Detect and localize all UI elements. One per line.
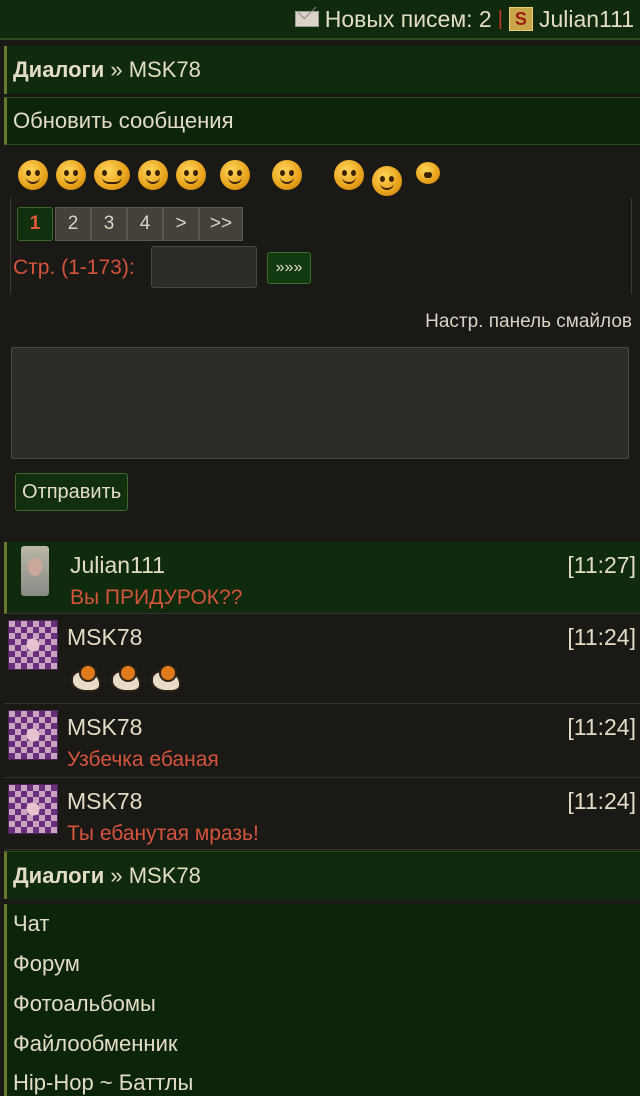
smiley-settings-link[interactable]: Настр. панель смайлов <box>425 311 632 333</box>
smiley-panel <box>18 156 440 196</box>
message-item: MSK78 [11:24] Узбечка ебаная <box>4 704 640 778</box>
message-text: Вы ПРИДУРОК?? <box>70 586 243 609</box>
message-item: MSK78 [11:24] <box>4 614 640 704</box>
message-text: Ты ебанутая мразь! <box>67 822 259 845</box>
page-1-current: 1 <box>17 207 53 241</box>
last-page-button[interactable]: >> <box>199 207 243 241</box>
wrestling-smiley-icon <box>67 658 103 694</box>
smiley-wink-icon[interactable] <box>220 160 250 190</box>
page-number-input[interactable] <box>151 246 257 288</box>
avatar[interactable] <box>21 546 49 596</box>
page-range-label: Стр. (1-173): <box>13 256 135 279</box>
message-text: Узбечка ебаная <box>67 748 219 771</box>
refresh-messages-label: Обновить сообщения <box>13 108 234 133</box>
footer-breadcrumb-dialogs-link[interactable]: Диалоги <box>13 863 104 889</box>
message-smileys <box>67 658 183 694</box>
envelope-icon[interactable] <box>294 11 319 27</box>
new-mail-link[interactable]: Новых писем: 2 <box>325 6 492 33</box>
menu-item-forum[interactable]: Форум <box>4 944 640 984</box>
wrestling-smiley-icon <box>147 658 183 694</box>
menu-item-hiphop-battles[interactable]: Hip-Hop ~ Баттлы <box>4 1064 640 1096</box>
message-author[interactable]: MSK78 <box>67 788 142 815</box>
footer-breadcrumb-current: MSK78 <box>128 862 201 888</box>
smiley-laugh-icon[interactable] <box>56 160 86 190</box>
page-4-button[interactable]: 4 <box>127 207 163 241</box>
footer-breadcrumb: Диалоги » MSK78 <box>4 851 640 899</box>
message-time: [11:24] <box>567 714 636 740</box>
message-time: [11:24] <box>567 624 636 650</box>
next-page-button[interactable]: > <box>163 207 199 241</box>
smiley-love-icon[interactable] <box>94 160 130 190</box>
pagination: 1 2 3 4 > >> <box>17 207 243 241</box>
wrestling-smiley-icon <box>107 658 143 694</box>
message-author[interactable]: Julian111 <box>70 552 165 579</box>
smiley-smirk-icon[interactable] <box>372 166 402 196</box>
message-author[interactable]: MSK78 <box>67 624 142 651</box>
username-link[interactable]: Julian111 <box>539 6 634 33</box>
smiley-peek-icon[interactable] <box>416 162 440 184</box>
smiley-grin-icon[interactable] <box>138 160 168 190</box>
avatar[interactable] <box>8 620 58 670</box>
smiley-shh-icon[interactable] <box>272 160 302 190</box>
message-item: Julian111 [11:27] Вы ПРИДУРОК?? <box>4 542 640 614</box>
top-bar: Новых писем: 2 | S Julian111 <box>0 0 640 40</box>
message-textarea[interactable] <box>11 347 629 459</box>
pagination-panel: 1 2 3 4 > >> Стр. (1-173): »»» <box>10 198 632 294</box>
menu-item-file-exchange[interactable]: Файлообменник <box>4 1024 640 1064</box>
user-status-badge-icon: S <box>508 7 533 31</box>
send-button[interactable]: Отправить <box>15 473 129 511</box>
page-2-button[interactable]: 2 <box>55 207 91 241</box>
breadcrumb-arrow: » <box>104 57 129 82</box>
message-time: [11:24] <box>567 788 636 814</box>
separator: | <box>497 7 503 30</box>
breadcrumb-current: MSK78 <box>128 57 201 82</box>
avatar[interactable] <box>8 784 58 834</box>
smiley-scream-icon[interactable] <box>334 160 364 190</box>
avatar[interactable] <box>8 710 58 760</box>
page-3-button[interactable]: 3 <box>91 207 127 241</box>
message-time: [11:27] <box>567 552 636 578</box>
go-to-page-button[interactable]: »»» <box>267 252 311 284</box>
refresh-messages-link[interactable]: Обновить сообщения <box>4 97 640 145</box>
smiley-teeth-icon[interactable] <box>176 160 206 190</box>
smiley-blush-icon[interactable] <box>18 160 48 190</box>
message-item: MSK78 [11:24] Ты ебанутая мразь! <box>4 778 640 850</box>
menu-item-chat[interactable]: Чат <box>4 904 640 944</box>
breadcrumb-dialogs-link[interactable]: Диалоги <box>13 57 104 83</box>
menu-item-photo-albums[interactable]: Фотоальбомы <box>4 984 640 1024</box>
message-author[interactable]: MSK78 <box>67 714 142 741</box>
breadcrumb: Диалоги » MSK78 <box>4 46 640 94</box>
footer-breadcrumb-arrow: » <box>104 862 129 888</box>
